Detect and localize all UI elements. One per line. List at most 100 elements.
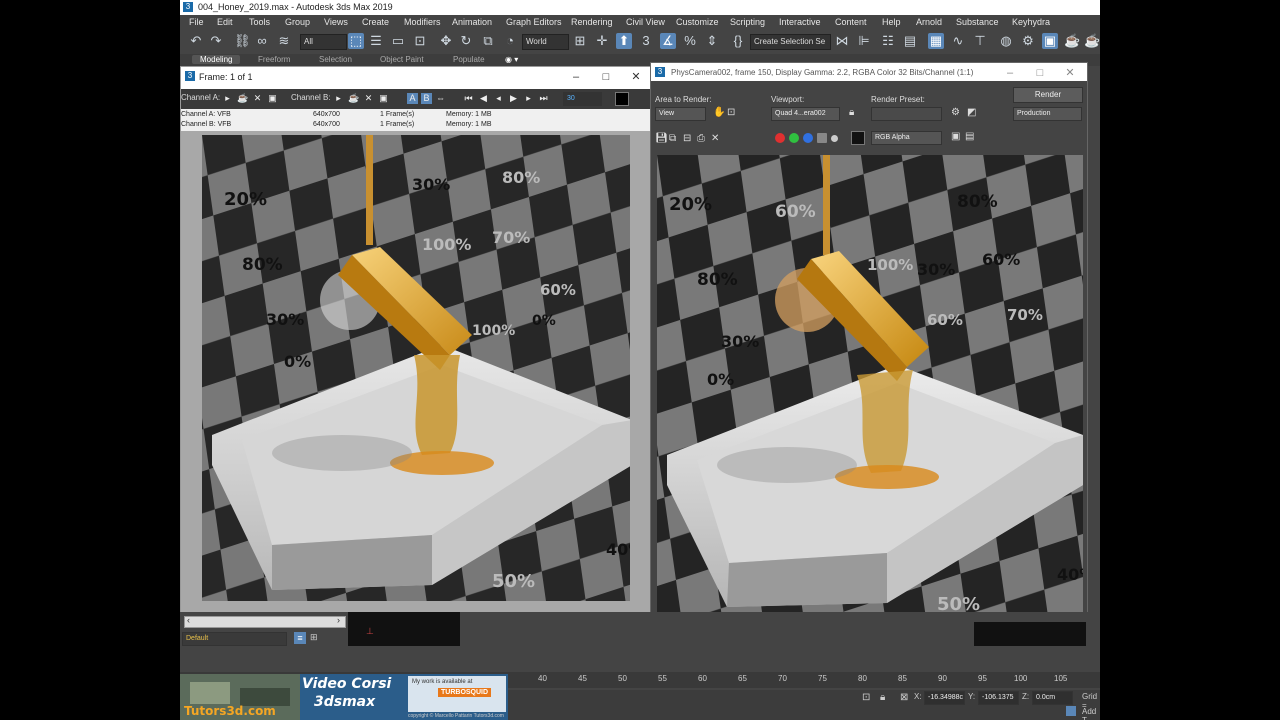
promo-site[interactable]: Tutors3d.com bbox=[184, 704, 276, 718]
named-selection-icon[interactable]: {} bbox=[730, 33, 746, 49]
color-swatch[interactable] bbox=[615, 92, 629, 106]
mirror-icon[interactable]: ⋈ bbox=[834, 33, 850, 49]
select-by-name-icon[interactable]: ☰ bbox=[368, 33, 384, 49]
tab-freeform[interactable]: Freeform bbox=[258, 55, 290, 64]
snap-3-icon[interactable]: 3 bbox=[638, 33, 654, 49]
rfw-close-button[interactable]: ✕ bbox=[1061, 65, 1079, 81]
open-channel-b-icon[interactable]: ▸ bbox=[333, 93, 344, 104]
redo-icon[interactable]: ↷ bbox=[208, 33, 224, 49]
add-time-tag-label[interactable]: Add T bbox=[1082, 707, 1100, 720]
close-button[interactable]: ✕ bbox=[627, 69, 645, 85]
environment-icon[interactable]: ◩ bbox=[967, 107, 976, 118]
tab-modeling[interactable]: Modeling bbox=[192, 55, 241, 64]
layer-manager-icon[interactable]: ≡ bbox=[294, 632, 306, 644]
layer-dropdown[interactable]: Default bbox=[182, 632, 287, 646]
menu-group[interactable]: Group bbox=[285, 17, 310, 27]
frame-rate-dropdown[interactable]: 30 bbox=[563, 92, 602, 106]
unlink-icon[interactable]: ∞ bbox=[254, 33, 270, 49]
play-icon[interactable]: ▶ bbox=[508, 93, 519, 104]
go-to-end-icon[interactable]: ⏭ bbox=[538, 93, 549, 104]
menu-create[interactable]: Create bbox=[362, 17, 389, 27]
open-channel-a-icon[interactable]: ▸ bbox=[222, 93, 233, 104]
viewport-dropdown[interactable]: Quad 4...era002 bbox=[771, 107, 840, 121]
area-to-render-dropdown[interactable]: View bbox=[655, 107, 706, 121]
schematic-view-icon[interactable]: ⊤ bbox=[972, 33, 988, 49]
next-frame-icon[interactable]: ▸ bbox=[523, 93, 534, 104]
menu-substance[interactable]: Substance bbox=[956, 17, 999, 27]
percent-snap-icon[interactable]: % bbox=[682, 33, 698, 49]
horizontal-scrollbar[interactable]: ‹ › bbox=[184, 615, 346, 628]
render-preset-dropdown[interactable] bbox=[871, 107, 942, 121]
pivot-center-icon[interactable]: ⊞ bbox=[572, 33, 588, 49]
menu-animation[interactable]: Animation bbox=[452, 17, 492, 27]
monochrome-icon[interactable] bbox=[831, 135, 838, 142]
rfw-minimize-button[interactable]: – bbox=[1001, 65, 1019, 81]
curve-editor-icon[interactable]: ∿ bbox=[950, 33, 966, 49]
rfw-maximize-button[interactable]: □ bbox=[1031, 65, 1049, 81]
toggle-ui-icon[interactable]: ▤ bbox=[965, 131, 974, 142]
edit-region-icon[interactable]: ✋ bbox=[713, 107, 725, 118]
window-crossing-icon[interactable]: ⊡ bbox=[412, 33, 428, 49]
render-iterative-icon[interactable]: ☕ bbox=[1084, 33, 1100, 49]
layer-explorer-icon[interactable]: ▤ bbox=[902, 33, 918, 49]
render-setup-icon[interactable]: ⚙ bbox=[951, 107, 960, 118]
y-coordinate-field[interactable]: -106.1375 bbox=[978, 691, 1019, 705]
menu-views[interactable]: Views bbox=[324, 17, 348, 27]
swatch-icon[interactable] bbox=[851, 131, 865, 145]
align-icon[interactable]: ⊫ bbox=[856, 33, 872, 49]
red-channel-icon[interactable] bbox=[775, 133, 785, 143]
ref-coord-dropdown[interactable]: World bbox=[522, 34, 569, 50]
prev-frame-icon[interactable]: ◀ bbox=[478, 93, 489, 104]
x-coordinate-field[interactable]: -16.34988c bbox=[924, 691, 965, 705]
selection-lock-icon[interactable]: ⊡ bbox=[862, 692, 870, 703]
save-channel-b-icon[interactable]: ▣ bbox=[378, 93, 389, 104]
angle-snap-icon[interactable]: ∡ bbox=[660, 33, 676, 49]
go-to-start-icon[interactable]: ⏮ bbox=[463, 93, 474, 104]
save-channel-a-icon[interactable]: ▣ bbox=[267, 93, 278, 104]
rendered-frame-window-icon[interactable]: ▣ bbox=[1042, 33, 1058, 49]
menu-customize[interactable]: Customize bbox=[676, 17, 719, 27]
rect-selection-icon[interactable]: ▭ bbox=[390, 33, 406, 49]
close-channel-b-icon[interactable]: ✕ bbox=[363, 93, 374, 104]
minimize-button[interactable]: – bbox=[567, 69, 585, 85]
menu-edit[interactable]: Edit bbox=[217, 17, 233, 27]
link-icon[interactable]: ⛓ bbox=[234, 33, 251, 49]
render-production-icon[interactable]: ☕ bbox=[1064, 33, 1080, 49]
named-selection-dropdown[interactable]: Create Selection Se bbox=[750, 34, 831, 50]
maximize-button[interactable]: □ bbox=[597, 69, 615, 85]
lock-icon[interactable]: 🔒︎ bbox=[880, 692, 885, 703]
play-reverse-icon[interactable]: ◂ bbox=[493, 93, 504, 104]
production-dropdown[interactable]: Production bbox=[1013, 107, 1082, 121]
save-image-icon[interactable]: 💾︎ bbox=[655, 133, 668, 144]
auto-region-icon[interactable]: ⊡ bbox=[727, 107, 735, 118]
toggle-ui-overlay-icon[interactable]: ▣ bbox=[951, 131, 960, 142]
clone-frame-icon[interactable]: ⊟ bbox=[683, 133, 691, 144]
toggle-ribbon-icon[interactable]: ▦ bbox=[928, 33, 944, 49]
menu-civil-view[interactable]: Civil View bbox=[626, 17, 665, 27]
bind-space-warp-icon[interactable]: ≋ bbox=[276, 33, 292, 49]
tab-object-paint[interactable]: Object Paint bbox=[380, 55, 424, 64]
menu-file[interactable]: File bbox=[189, 17, 204, 27]
undo-icon[interactable]: ↶ bbox=[188, 33, 204, 49]
keyboard-shortcut-icon[interactable]: ⬆ bbox=[616, 33, 632, 49]
menu-help[interactable]: Help bbox=[882, 17, 901, 27]
render-setup-icon[interactable]: ⚙ bbox=[1020, 33, 1036, 49]
menu-interactive[interactable]: Interactive bbox=[779, 17, 821, 27]
channel-b-toggle[interactable]: B bbox=[421, 93, 432, 104]
move-icon[interactable]: ✥ bbox=[438, 33, 454, 49]
selection-filter-dropdown[interactable]: All bbox=[300, 34, 347, 50]
channel-a-toggle[interactable]: A bbox=[407, 93, 418, 104]
scroll-left-icon[interactable]: ‹ bbox=[187, 615, 190, 625]
lock-viewport-icon[interactable]: 🔒︎ bbox=[849, 107, 854, 118]
render-button[interactable]: Render bbox=[1013, 87, 1083, 103]
channel-display-dropdown[interactable]: RGB Alpha bbox=[871, 131, 942, 145]
alpha-channel-icon[interactable] bbox=[817, 133, 827, 143]
close-channel-a-icon[interactable]: ✕ bbox=[252, 93, 263, 104]
menu-keyhydra[interactable]: Keyhydra bbox=[1012, 17, 1050, 27]
open-last-render-a-icon[interactable]: ☕ bbox=[237, 93, 248, 104]
menu-scripting[interactable]: Scripting bbox=[730, 17, 765, 27]
z-coordinate-field[interactable]: 0.0cm bbox=[1032, 691, 1073, 705]
scroll-right-icon[interactable]: › bbox=[337, 615, 340, 625]
copy-image-icon[interactable]: ⧉ bbox=[669, 133, 676, 144]
menu-graph-editors[interactable]: Graph Editors bbox=[506, 17, 562, 27]
